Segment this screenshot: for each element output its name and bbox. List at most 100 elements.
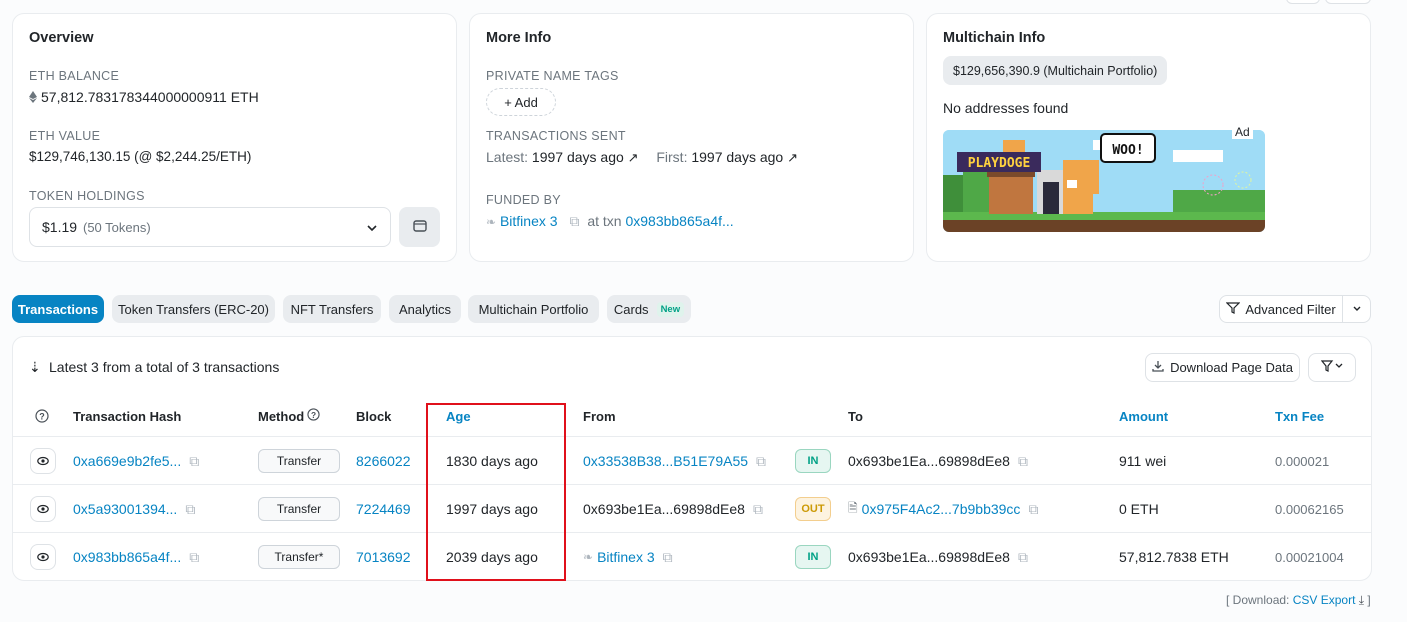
eye-icon[interactable] bbox=[30, 448, 56, 474]
tx-hash-link[interactable]: 0xa669e9b2fe5... bbox=[73, 453, 181, 469]
tab-analytics[interactable]: Analytics bbox=[389, 295, 461, 323]
table-header: ? Transaction Hash Method ? Block Age Fr… bbox=[13, 398, 1371, 434]
transactions-summary: Latest 3 from a total of 3 transactions bbox=[49, 359, 280, 375]
top-partial-button-1[interactable] bbox=[1286, 0, 1320, 4]
copy-icon[interactable]: ⧉ bbox=[185, 501, 195, 518]
ad-label: Ad bbox=[1232, 125, 1253, 139]
chevron-down-icon bbox=[366, 221, 378, 237]
fee-value: 0.00062165 bbox=[1275, 501, 1344, 517]
direction-badge: IN bbox=[795, 449, 831, 473]
copy-icon[interactable]: ⧉ bbox=[1018, 453, 1028, 470]
table-row: 0xa669e9b2fe5... ⧉ Transfer 8266022 1830 … bbox=[13, 436, 1371, 484]
funded-txn-link[interactable]: 0x983bb865a4f... bbox=[625, 213, 733, 229]
arrow-up-right-icon: ↗ bbox=[787, 150, 799, 165]
eth-value-value: $129,746,130.15 (@ $2,244.25/ETH) bbox=[29, 149, 252, 164]
tab-transactions[interactable]: Transactions bbox=[12, 295, 104, 323]
advanced-filter-button[interactable]: Advanced Filter bbox=[1219, 295, 1343, 323]
tab-cards[interactable]: Cards New bbox=[607, 295, 691, 323]
more-info-title: More Info bbox=[486, 30, 552, 46]
tab-multichain-portfolio[interactable]: Multichain Portfolio bbox=[468, 295, 599, 323]
funded-by-label: FUNDED BY bbox=[486, 193, 561, 207]
contract-icon: 🗎 bbox=[848, 500, 858, 515]
eye-icon[interactable] bbox=[30, 544, 56, 570]
token-holdings-value: $1.19 bbox=[42, 219, 78, 235]
copy-icon[interactable]: ⧉ bbox=[189, 549, 199, 566]
header-to: To bbox=[848, 408, 863, 424]
first-value[interactable]: 1997 days ago bbox=[691, 149, 783, 165]
to-address: 0x693be1Ea...69898dEe8 bbox=[848, 453, 1010, 469]
private-tags-label: PRIVATE NAME TAGS bbox=[486, 69, 619, 83]
leaf-icon: ❧ bbox=[583, 550, 594, 564]
copy-icon[interactable]: ⧉ bbox=[1018, 549, 1028, 566]
sort-icon: ⇣ bbox=[29, 359, 41, 375]
table-body: 0xa669e9b2fe5... ⧉ Transfer 8266022 1830 … bbox=[13, 436, 1371, 580]
wallet-button[interactable] bbox=[399, 207, 440, 247]
to-address[interactable]: 0x975F4Ac2...7b9bb39cc bbox=[862, 501, 1021, 517]
copy-icon[interactable]: ⧉ bbox=[756, 453, 766, 470]
advanced-filter-label: Advanced Filter bbox=[1245, 301, 1336, 317]
header-amount[interactable]: Amount bbox=[1119, 398, 1168, 434]
filter-icon bbox=[1320, 360, 1343, 375]
tab-nft-transfers[interactable]: NFT Transfers bbox=[283, 295, 381, 323]
portfolio-value: $129,656,390.9 bbox=[953, 63, 1040, 78]
eth-value-label: ETH VALUE bbox=[29, 129, 101, 143]
header-from: From bbox=[583, 408, 616, 424]
multichain-card: Multichain Info $129,656,390.9 (Multicha… bbox=[926, 13, 1371, 262]
tab-token-transfers-erc-20[interactable]: Token Transfers (ERC-20) bbox=[112, 295, 275, 323]
filter-icon bbox=[1225, 301, 1241, 317]
tab-label: Transactions bbox=[17, 301, 99, 317]
copy-icon[interactable]: ⧉ bbox=[663, 549, 673, 566]
download-page-data-button[interactable]: Download Page Data bbox=[1145, 353, 1300, 382]
block-link[interactable]: 8266022 bbox=[356, 453, 411, 469]
latest-label: Latest: bbox=[486, 149, 529, 165]
copy-icon[interactable]: ⧉ bbox=[1028, 501, 1038, 518]
funded-by-link[interactable]: Bitfinex 3 bbox=[500, 213, 558, 229]
fee-value: 0.000021 bbox=[1275, 453, 1330, 469]
from-address[interactable]: Bitfinex 3 bbox=[597, 549, 655, 565]
copy-icon[interactable]: ⧉ bbox=[569, 213, 579, 229]
ad-banner[interactable]: WOO! PLAYDOGE bbox=[943, 130, 1265, 232]
eye-icon[interactable] bbox=[30, 496, 56, 522]
add-tag-button[interactable]: + Add bbox=[486, 88, 556, 116]
direction-badge: OUT bbox=[795, 497, 831, 521]
copy-icon[interactable]: ⧉ bbox=[189, 453, 199, 470]
more-info-card: More Info PRIVATE NAME TAGS + Add TRANSA… bbox=[469, 13, 914, 262]
download-icon: ⤓ bbox=[1358, 593, 1365, 607]
csv-export-link[interactable]: CSV Export bbox=[1293, 593, 1356, 607]
table-filter-button[interactable] bbox=[1308, 353, 1356, 382]
tab-label: Multichain Portfolio bbox=[478, 301, 589, 317]
tx-sent-label: TRANSACTIONS SENT bbox=[486, 129, 626, 143]
latest-value[interactable]: 1997 days ago bbox=[532, 149, 624, 165]
method-badge: Transfer bbox=[258, 449, 340, 473]
tx-hash-link[interactable]: 0x5a93001394... bbox=[73, 501, 177, 517]
block-link[interactable]: 7013692 bbox=[356, 549, 411, 565]
top-partial-button-2[interactable] bbox=[1325, 0, 1371, 4]
svg-text:?: ? bbox=[39, 412, 45, 422]
tab-label: Token Transfers (ERC-20) bbox=[118, 301, 269, 317]
advanced-filter-dropdown[interactable] bbox=[1342, 295, 1371, 323]
method-badge: Transfer bbox=[258, 497, 340, 521]
svg-text:?: ? bbox=[311, 410, 316, 420]
age-column-highlight bbox=[426, 403, 566, 581]
info-icon[interactable]: ? bbox=[307, 408, 320, 424]
new-badge: New bbox=[656, 301, 685, 317]
header-fee[interactable]: Txn Fee bbox=[1275, 398, 1324, 434]
header-method: Method ? bbox=[258, 398, 320, 434]
tab-label: Analytics bbox=[398, 301, 452, 317]
portfolio-badge[interactable]: $129,656,390.9 (Multichain Portfolio) bbox=[943, 56, 1168, 85]
leaf-icon: ❧ bbox=[486, 215, 497, 229]
tx-hash-link[interactable]: 0x983bb865a4f... bbox=[73, 549, 181, 565]
token-holdings-dropdown[interactable]: $1.19 (50 Tokens) bbox=[29, 207, 391, 247]
download-page-data-label: Download Page Data bbox=[1170, 360, 1293, 375]
from-address[interactable]: 0x33538B38...B51E79A55 bbox=[583, 453, 748, 469]
amount-value: 911 wei bbox=[1119, 453, 1167, 469]
no-addresses-text: No addresses found bbox=[943, 100, 1069, 116]
help-icon[interactable]: ? bbox=[35, 398, 49, 434]
overview-card: Overview ETH BALANCE 57,812.783178344000… bbox=[12, 13, 457, 262]
ad-bubble-text: WOO! bbox=[1112, 143, 1143, 158]
arrow-up-right-icon: ↗ bbox=[627, 150, 639, 165]
amount-value: 0 ETH bbox=[1119, 501, 1159, 517]
eth-balance-value: 57,812.783178344000000911 ETH bbox=[29, 89, 259, 106]
block-link[interactable]: 7224469 bbox=[356, 501, 411, 517]
copy-icon[interactable]: ⧉ bbox=[753, 501, 763, 518]
